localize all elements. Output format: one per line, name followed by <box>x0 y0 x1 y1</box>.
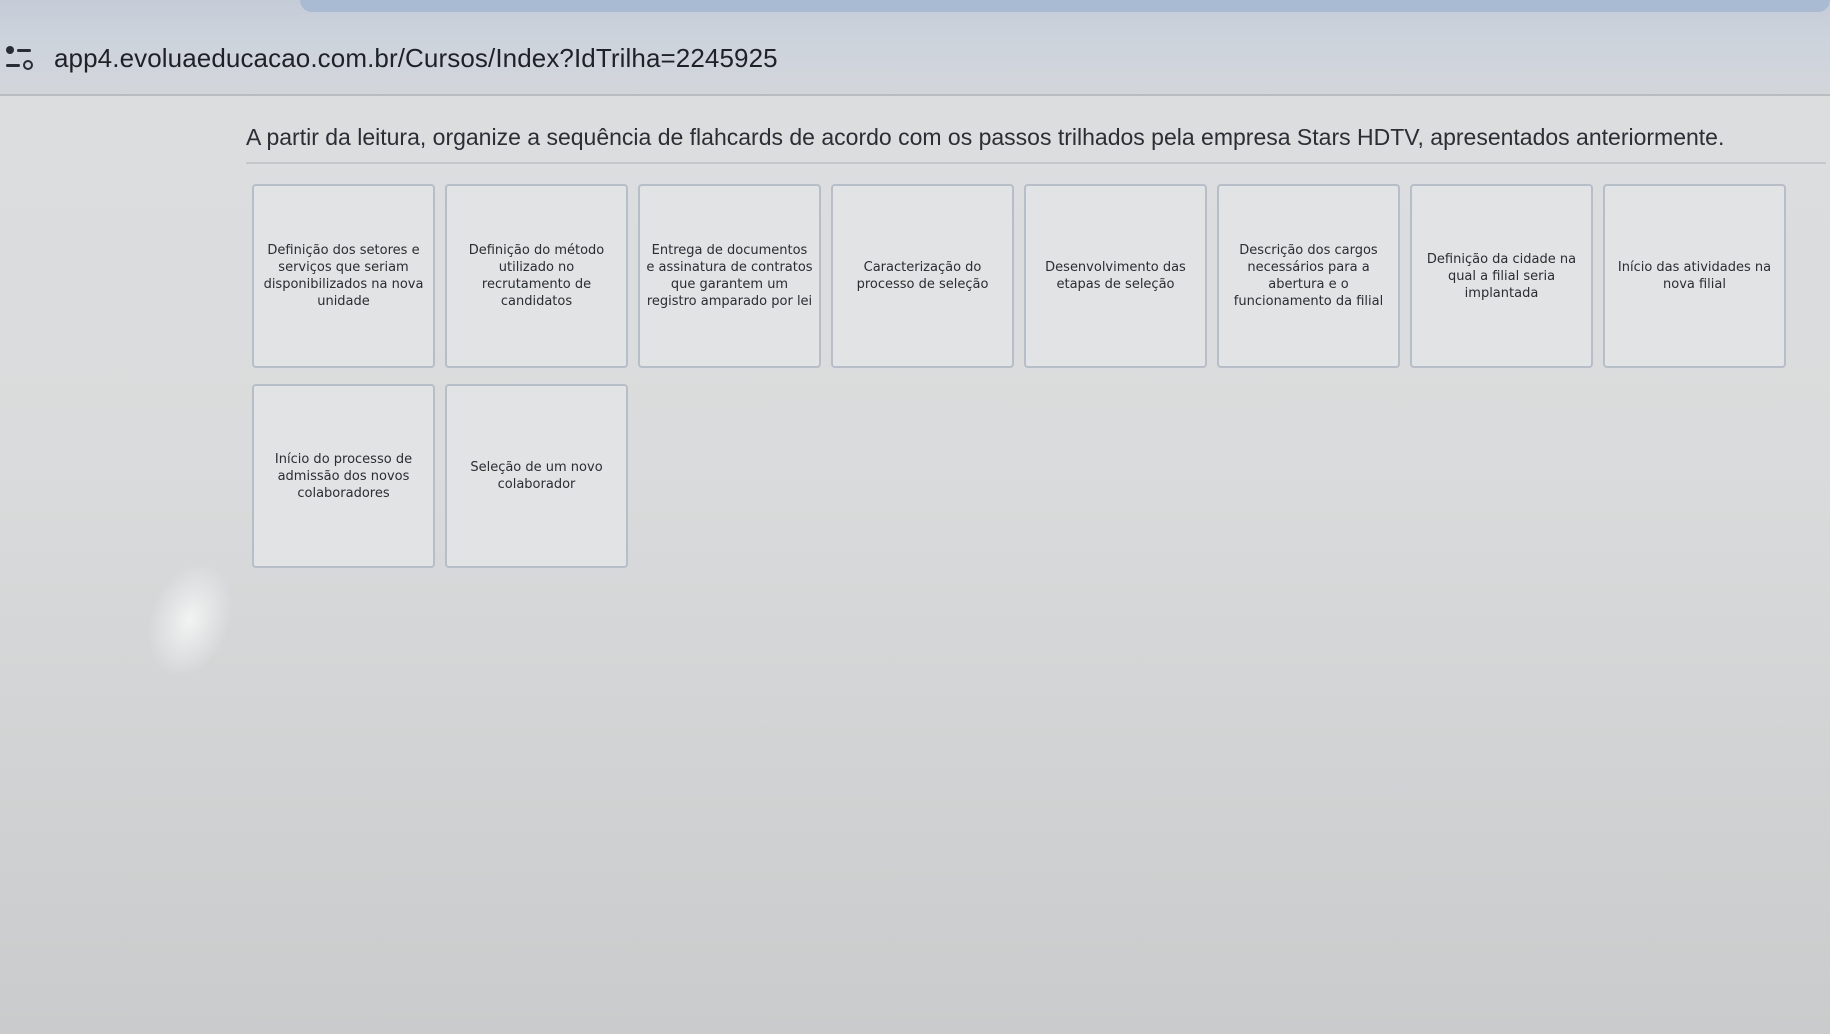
flashcard-text: Seleção de um novo colaborador <box>470 460 603 492</box>
flashcard-row-1: Definição dos setores e serviços que ser… <box>252 184 1786 368</box>
instruction-divider <box>246 162 1826 164</box>
tune-icon[interactable] <box>6 42 38 74</box>
flashcard[interactable]: Início do processo de admissão dos novos… <box>252 384 435 568</box>
flashcard[interactable]: Definição do método utilizado no recruta… <box>445 184 628 368</box>
flashcard-text: Início das atividades na nova filial <box>1617 260 1772 292</box>
flashcard-text: Desenvolvimento das etapas de seleção <box>1045 260 1186 292</box>
flashcard-text: Definição do método utilizado no recruta… <box>468 243 605 309</box>
screen: app4.evoluaeducacao.com.br/Cursos/Index?… <box>0 0 1830 1034</box>
flashcard-text: Descrição dos cargos necessários para a … <box>1233 243 1384 309</box>
flashcard[interactable]: Caracterização do processo de seleção <box>831 184 1014 368</box>
flashcard-text: Definição dos setores e serviços que ser… <box>263 243 424 309</box>
flashcard[interactable]: Desenvolvimento das etapas de seleção <box>1024 184 1207 368</box>
screen-glare <box>131 549 249 691</box>
flashcard-text: Início do processo de admissão dos novos… <box>274 451 413 501</box>
flashcard-row-2: Início do processo de admissão dos novos… <box>252 384 628 568</box>
flashcard-text: Definição da cidade na qual a filial ser… <box>1426 251 1577 301</box>
flashcard[interactable]: Entrega de documentos e assinatura de co… <box>638 184 821 368</box>
flashcard[interactable]: Definição da cidade na qual a filial ser… <box>1410 184 1593 368</box>
flashcard[interactable]: Definição dos setores e serviços que ser… <box>252 184 435 368</box>
address-bar[interactable]: app4.evoluaeducacao.com.br/Cursos/Index?… <box>0 30 1830 86</box>
flashcard-text: Caracterização do processo de seleção <box>856 260 989 292</box>
flashcard[interactable]: Início das atividades na nova filial <box>1603 184 1786 368</box>
question-instruction: A partir da leitura, organize a sequênci… <box>246 124 1725 150</box>
flashcard[interactable]: Descrição dos cargos necessários para a … <box>1217 184 1400 368</box>
flashcard-text: Entrega de documentos e assinatura de co… <box>646 243 813 309</box>
flashcard[interactable]: Seleção de um novo colaborador <box>445 384 628 568</box>
browser-toolbar: app4.evoluaeducacao.com.br/Cursos/Index?… <box>0 0 1830 96</box>
tab-strip[interactable] <box>300 0 1830 12</box>
toolbar-divider <box>0 94 1830 96</box>
url-text[interactable]: app4.evoluaeducacao.com.br/Cursos/Index?… <box>54 43 778 74</box>
